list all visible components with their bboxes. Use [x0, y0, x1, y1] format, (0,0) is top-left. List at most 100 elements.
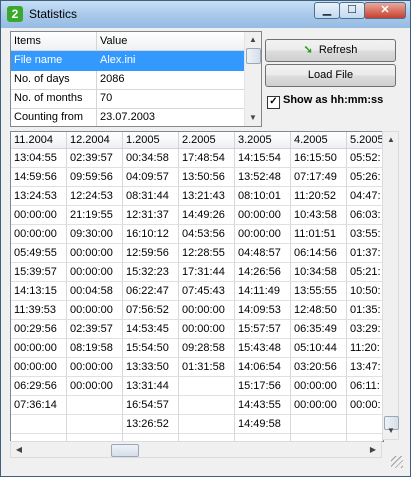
time-cell[interactable]: 00:00:: [347, 396, 383, 415]
time-cell[interactable]: 13:21:43: [179, 187, 235, 206]
time-cell[interactable]: 13:24:53: [11, 187, 67, 206]
time-cell[interactable]: 06:29:56: [11, 377, 67, 396]
time-cell[interactable]: 14:06:54: [235, 358, 291, 377]
month-column-header[interactable]: 2.2005: [179, 132, 235, 149]
time-cell[interactable]: 00:00:00: [11, 339, 67, 358]
value-column-header[interactable]: Value: [100, 35, 127, 47]
time-cell[interactable]: 08:31:44: [123, 187, 179, 206]
load-file-button[interactable]: Load File: [265, 64, 396, 87]
scroll-thumb[interactable]: [111, 444, 139, 457]
time-cell[interactable]: 07:56:52: [123, 301, 179, 320]
info-row[interactable]: File name Alex.ini: [11, 51, 244, 71]
time-cell[interactable]: 00:00:00: [67, 301, 123, 320]
time-cell[interactable]: 12:28:55: [179, 244, 235, 263]
time-cell[interactable]: 03:55:: [347, 225, 383, 244]
time-cell[interactable]: 13:55:55: [291, 282, 347, 301]
time-cell[interactable]: 16:15:50: [291, 149, 347, 168]
time-cell[interactable]: 10:43:58: [291, 206, 347, 225]
time-cell[interactable]: 16:10:12: [123, 225, 179, 244]
info-row[interactable]: Counting from 23.07.2003: [11, 108, 244, 126]
time-cell[interactable]: [11, 415, 67, 434]
refresh-button[interactable]: ➘ Refresh: [265, 39, 396, 62]
time-cell[interactable]: 15:17:56: [235, 377, 291, 396]
month-column-header[interactable]: 5.2005: [347, 132, 383, 149]
time-cell[interactable]: 10:34:58: [291, 263, 347, 282]
time-cell[interactable]: 14:49:58: [235, 415, 291, 434]
time-cell[interactable]: 13:31:44: [123, 377, 179, 396]
time-cell[interactable]: 06:03:: [347, 206, 383, 225]
time-cell[interactable]: 02:39:57: [67, 320, 123, 339]
time-cell[interactable]: 14:09:53: [235, 301, 291, 320]
time-cell[interactable]: 13:50:56: [179, 168, 235, 187]
scroll-left-arrow-icon[interactable]: ◀: [12, 443, 26, 457]
time-cell[interactable]: 17:31:44: [179, 263, 235, 282]
time-cell[interactable]: 04:53:56: [179, 225, 235, 244]
time-cell[interactable]: 00:34:58: [123, 149, 179, 168]
time-cell[interactable]: 14:59:56: [11, 168, 67, 187]
month-column-header[interactable]: 1.2005: [123, 132, 179, 149]
time-cell[interactable]: [291, 415, 347, 434]
time-cell[interactable]: 07:45:43: [179, 282, 235, 301]
time-cell[interactable]: 00:00:00: [67, 263, 123, 282]
scroll-thumb[interactable]: [246, 48, 261, 64]
time-cell[interactable]: 12:24:53: [67, 187, 123, 206]
time-cell[interactable]: 14:13:15: [11, 282, 67, 301]
resize-grip[interactable]: [391, 456, 403, 468]
time-cell[interactable]: 14:15:54: [235, 149, 291, 168]
items-column-header[interactable]: Items: [14, 35, 41, 47]
minimize-button[interactable]: ▁: [314, 2, 340, 19]
time-cell[interactable]: 13:52:48: [235, 168, 291, 187]
info-row[interactable]: No. of months 70: [11, 89, 244, 109]
show-hhmmss-checkbox[interactable]: ✓: [267, 96, 280, 109]
grid-vertical-scrollbar[interactable]: ▲ ▼: [382, 131, 399, 440]
time-cell[interactable]: 05:49:55: [11, 244, 67, 263]
time-cell[interactable]: 05:26:: [347, 168, 383, 187]
title-bar[interactable]: 2 Statistics ▁ ☐ ✕: [1, 1, 410, 28]
time-cell[interactable]: 00:00:00: [179, 320, 235, 339]
time-cell[interactable]: [179, 415, 235, 434]
time-cell[interactable]: 00:00:00: [67, 377, 123, 396]
time-cell[interactable]: 00:00:00: [11, 206, 67, 225]
time-cell[interactable]: 12:31:37: [123, 206, 179, 225]
time-cell[interactable]: 11:39:53: [11, 301, 67, 320]
scroll-up-arrow-icon[interactable]: ▲: [384, 133, 398, 147]
time-cell[interactable]: 21:19:55: [67, 206, 123, 225]
time-cell[interactable]: 00:00:00: [11, 225, 67, 244]
time-cell[interactable]: 12:59:56: [123, 244, 179, 263]
close-button[interactable]: ✕: [364, 2, 406, 19]
time-cell[interactable]: 15:54:50: [123, 339, 179, 358]
time-cell[interactable]: 07:36:14: [11, 396, 67, 415]
month-column-header[interactable]: 11.2004: [11, 132, 67, 149]
time-cell[interactable]: 09:30:00: [67, 225, 123, 244]
time-cell[interactable]: 03:29:: [347, 320, 383, 339]
time-cell[interactable]: 11:20:: [347, 339, 383, 358]
time-cell[interactable]: 00:04:58: [67, 282, 123, 301]
show-hhmmss-label[interactable]: Show as hh:mm:ss: [283, 94, 383, 106]
time-cell[interactable]: 13:26:52: [123, 415, 179, 434]
time-cell[interactable]: 08:19:58: [67, 339, 123, 358]
time-cell[interactable]: 00:00:00: [291, 377, 347, 396]
time-cell[interactable]: 14:43:55: [235, 396, 291, 415]
time-cell[interactable]: 05:21:: [347, 263, 383, 282]
info-list[interactable]: Items Value File name Alex.ini No. of da…: [10, 31, 262, 127]
info-row[interactable]: No. of days 2086: [11, 70, 244, 90]
time-cell[interactable]: 06:22:47: [123, 282, 179, 301]
time-cell[interactable]: 11:20:52: [291, 187, 347, 206]
month-column-header[interactable]: 4.2005: [291, 132, 347, 149]
time-cell[interactable]: 13:04:55: [11, 149, 67, 168]
time-cell[interactable]: 01:35:: [347, 301, 383, 320]
time-cell[interactable]: [179, 396, 235, 415]
time-cell[interactable]: [67, 415, 123, 434]
scroll-up-arrow-icon[interactable]: ▲: [246, 33, 260, 47]
time-cell[interactable]: 03:20:56: [291, 358, 347, 377]
time-cell[interactable]: [179, 377, 235, 396]
time-cell[interactable]: 00:00:00: [235, 225, 291, 244]
scroll-right-arrow-icon[interactable]: ▶: [366, 443, 380, 457]
time-cell[interactable]: 13:47:: [347, 358, 383, 377]
time-cell[interactable]: 15:39:57: [11, 263, 67, 282]
time-cell[interactable]: 14:49:26: [179, 206, 235, 225]
time-cell[interactable]: 07:17:49: [291, 168, 347, 187]
time-cell[interactable]: 06:35:49: [291, 320, 347, 339]
time-cell[interactable]: 04:09:57: [123, 168, 179, 187]
time-cell[interactable]: 15:57:57: [235, 320, 291, 339]
